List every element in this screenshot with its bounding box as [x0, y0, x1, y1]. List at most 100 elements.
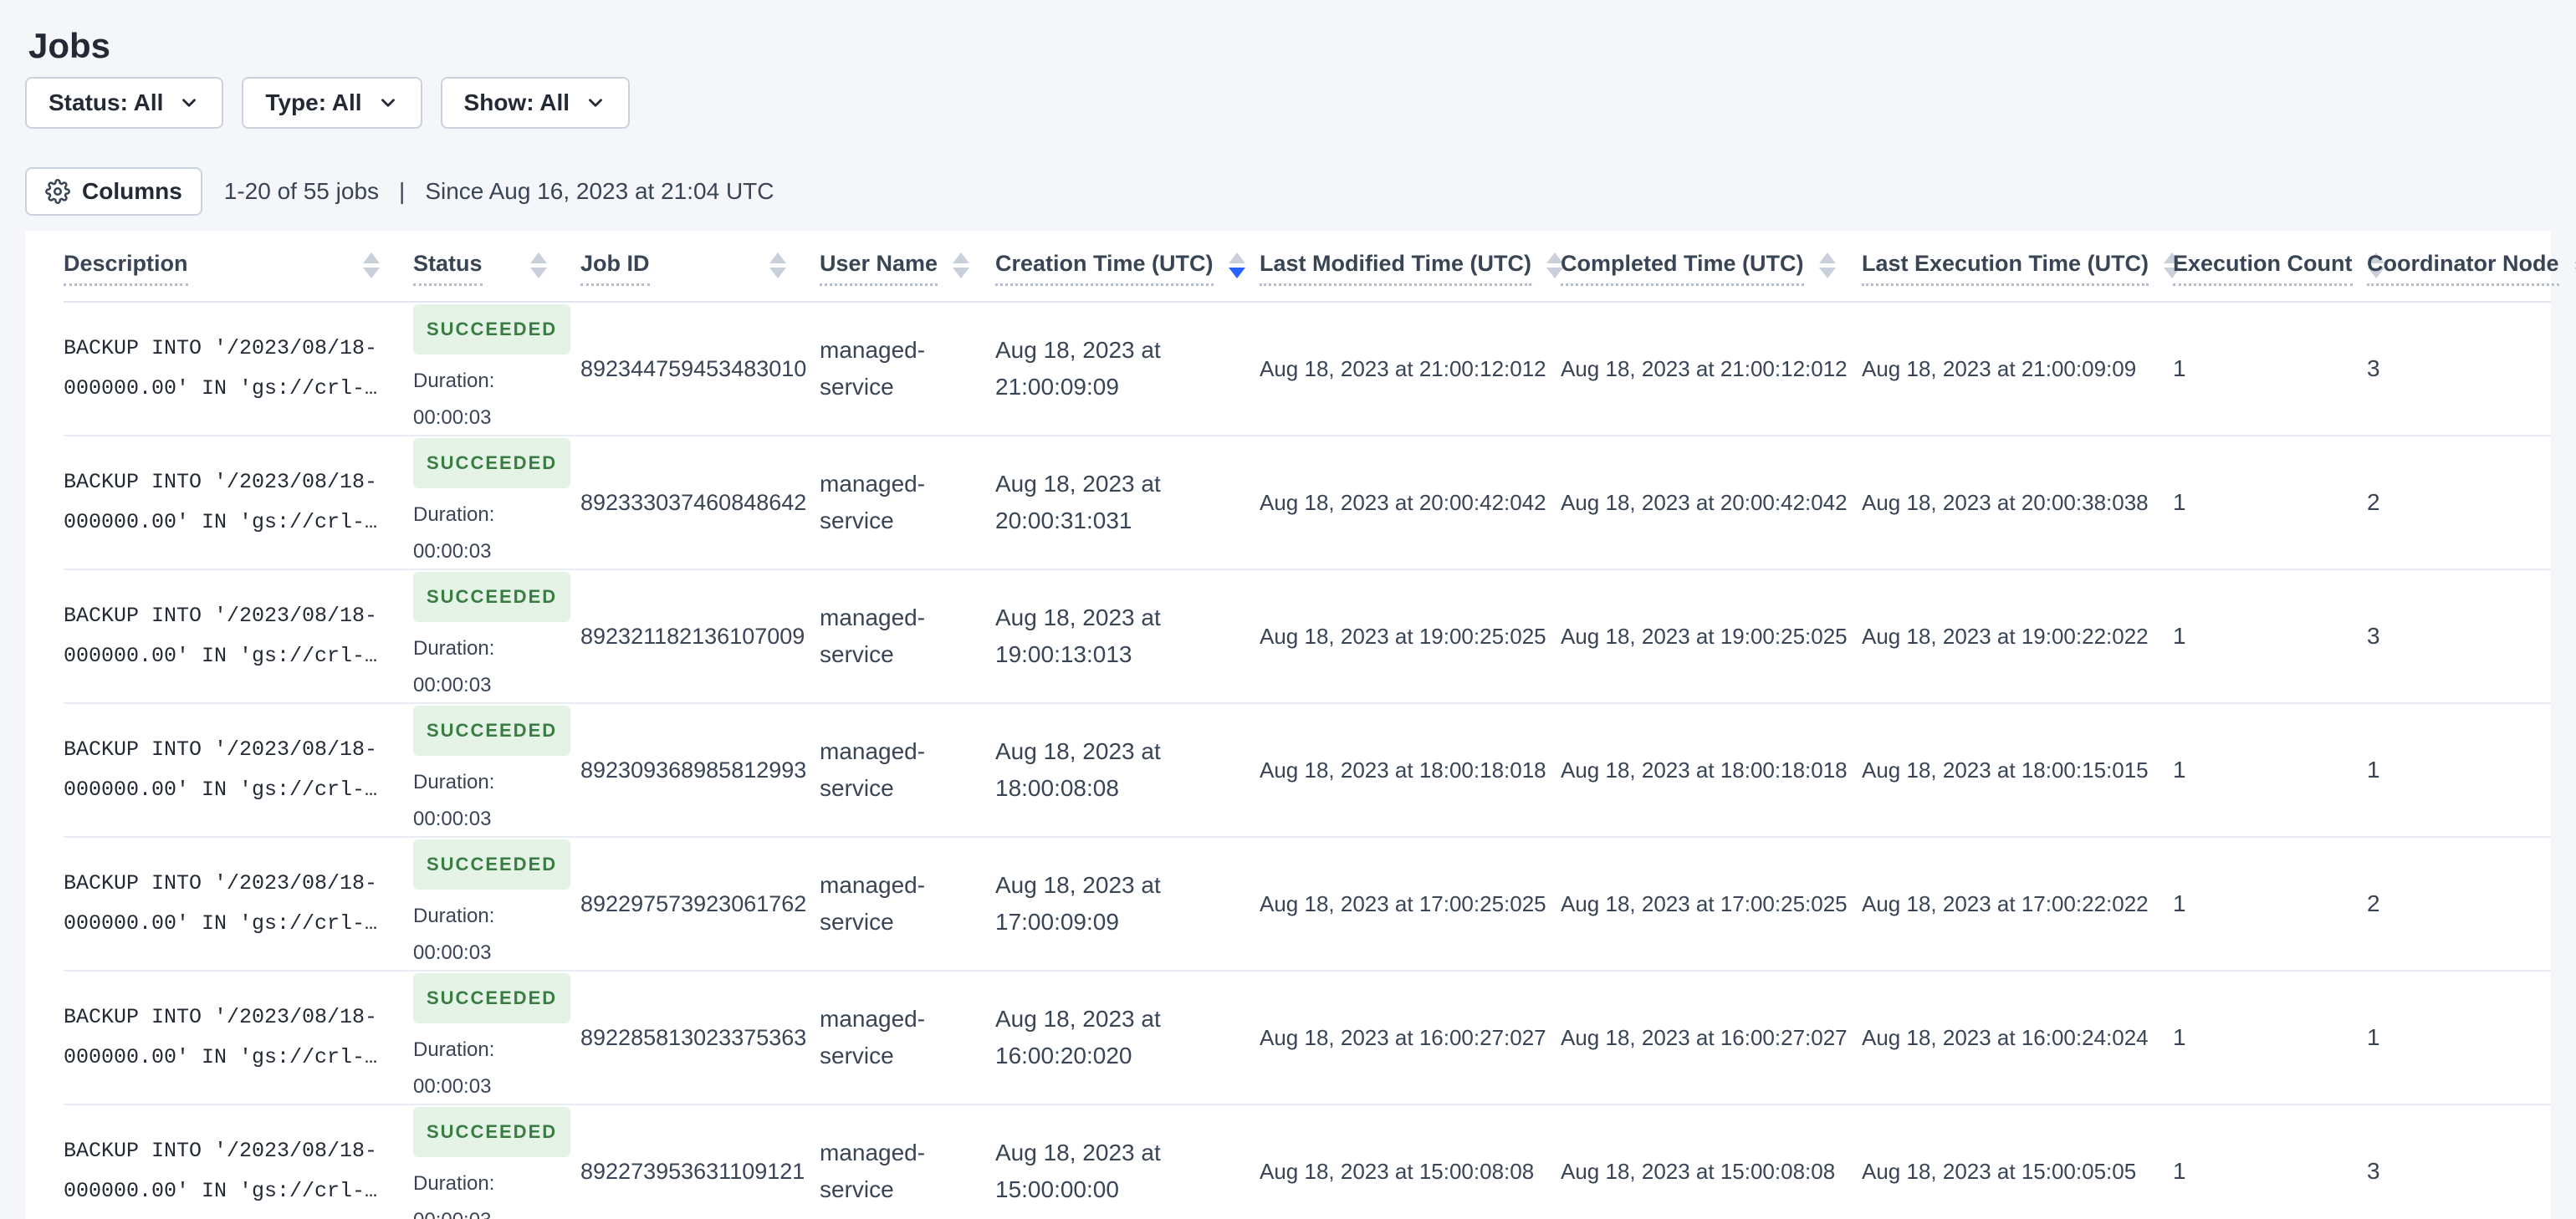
results-summary: 1-20 of 55 jobs | Since Aug 16, 2023 at …	[224, 178, 774, 205]
column-header-label: Last Execution Time (UTC)	[1862, 251, 2149, 286]
creation-time-cell: Aug 18, 2023 at 18:00:08:08	[995, 738, 1161, 801]
column-header-label: Description	[64, 251, 188, 286]
job-status-cell: SUCCEEDED Duration: 00:00:03	[413, 436, 580, 569]
table-header-row: Description Status Job ID User Name Crea…	[64, 231, 2576, 303]
status-badge: SUCCEEDED	[413, 304, 571, 354]
sort-desc-arrow	[769, 267, 786, 278]
job-description-link[interactable]: BACKUP INTO '/2023/08/18- 000000.00' IN …	[64, 336, 377, 400]
job-id-cell: 892297573923061762	[580, 891, 807, 916]
last-execution-time-cell: Aug 18, 2023 at 21:00:09:09	[1862, 356, 2137, 381]
job-description-link[interactable]: BACKUP INTO '/2023/08/18- 000000.00' IN …	[64, 871, 377, 936]
show-filter-dropdown[interactable]: Show: All	[440, 77, 631, 129]
last-execution-time-cell: Aug 18, 2023 at 15:00:05:05	[1862, 1159, 2137, 1184]
table-row[interactable]: BACKUP INTO '/2023/08/18- 000000.00' IN …	[64, 837, 2551, 971]
sort-desc-arrow	[363, 267, 380, 278]
last-modified-time-cell: Aug 18, 2023 at 17:00:25:025	[1260, 891, 1546, 916]
column-header[interactable]: User Name	[820, 231, 995, 303]
sort-arrows-icon[interactable]	[1818, 252, 1836, 285]
table-row[interactable]: BACKUP INTO '/2023/08/18- 000000.00' IN …	[64, 436, 2551, 569]
column-header[interactable]: Last Modified Time (UTC)	[1260, 231, 1564, 303]
column-header[interactable]: Completed Time (UTC)	[1561, 231, 1862, 303]
sort-arrows-icon[interactable]	[1228, 252, 1245, 285]
column-header[interactable]: Last Execution Time (UTC)	[1862, 231, 2181, 303]
job-id-cell: 892321182136107009	[580, 624, 805, 649]
last-execution-time-cell: Aug 18, 2023 at 16:00:24:024	[1862, 1025, 2149, 1050]
job-status-cell: SUCCEEDED Duration: 00:00:03	[413, 569, 580, 703]
columns-button[interactable]: Columns	[25, 167, 202, 216]
job-description-link[interactable]: BACKUP INTO '/2023/08/18- 000000.00' IN …	[64, 737, 377, 802]
duration-label: Duration:	[413, 771, 495, 793]
duration-label: Duration:	[413, 503, 495, 526]
table-row[interactable]: BACKUP INTO '/2023/08/18- 000000.00' IN …	[64, 703, 2551, 837]
duration-label: Duration:	[413, 1038, 495, 1061]
creation-time-cell: Aug 18, 2023 at 16:00:20:020	[995, 1006, 1161, 1069]
status-badge: SUCCEEDED	[413, 839, 571, 890]
column-header-label: Execution Count	[2173, 251, 2353, 286]
status-filter-label: Status: All	[49, 89, 164, 115]
completed-time-cell: Aug 18, 2023 at 18:00:18:018	[1561, 757, 1848, 783]
sort-desc-arrow	[953, 267, 970, 278]
column-header[interactable]: Description	[64, 231, 413, 303]
job-description-cell: BACKUP INTO '/2023/08/18- 000000.00' IN …	[64, 302, 413, 436]
duration-value: 00:00:03	[413, 1075, 492, 1098]
column-header[interactable]: Job ID	[580, 231, 820, 303]
duration-value: 00:00:03	[413, 540, 492, 563]
last-execution-time-cell: Aug 18, 2023 at 18:00:15:015	[1862, 757, 2149, 783]
since-timestamp: Since Aug 16, 2023 at 21:04 UTC	[425, 178, 774, 204]
column-header[interactable]: Status	[413, 231, 580, 303]
sort-asc-arrow	[530, 252, 547, 263]
job-id-cell: 892285813023375363	[580, 1025, 807, 1050]
last-modified-time-cell: Aug 18, 2023 at 15:00:08:08	[1260, 1159, 1535, 1184]
sort-arrows-icon[interactable]	[953, 252, 970, 285]
user-name-cell: managed-service	[820, 872, 926, 935]
column-header[interactable]: Execution Count	[2173, 231, 2384, 303]
last-modified-time-cell: Aug 18, 2023 at 21:00:12:012	[1260, 356, 1546, 381]
job-status-cell: SUCCEEDED Duration: 00:00:03	[413, 837, 580, 971]
column-header-label: Last Modified Time (UTC)	[1260, 251, 1532, 286]
sort-arrows-icon[interactable]	[769, 252, 786, 285]
sort-desc-arrow	[530, 267, 547, 278]
user-name-cell: managed-service	[820, 604, 926, 667]
status-filter-dropdown[interactable]: Status: All	[25, 77, 224, 129]
duration-label: Duration:	[413, 905, 495, 927]
execution-count-cell: 1	[2173, 623, 2186, 649]
table-row[interactable]: BACKUP INTO '/2023/08/18- 000000.00' IN …	[64, 1104, 2551, 1219]
job-description-link[interactable]: BACKUP INTO '/2023/08/18- 000000.00' IN …	[64, 470, 377, 534]
status-badge: SUCCEEDED	[413, 973, 571, 1023]
completed-time-cell: Aug 18, 2023 at 19:00:25:025	[1561, 624, 1848, 649]
coordinator-node-cell: 3	[2367, 623, 2380, 649]
last-execution-time-cell: Aug 18, 2023 at 17:00:22:022	[1862, 891, 2149, 916]
column-header[interactable]: Creation Time (UTC)	[995, 231, 1260, 303]
jobs-page: Jobs Status: All Type: All Show: All Col…	[0, 0, 2576, 1219]
duration-label: Duration:	[413, 637, 495, 660]
table-toolbar: Columns 1-20 of 55 jobs | Since Aug 16, …	[25, 167, 2551, 216]
job-description-link[interactable]: BACKUP INTO '/2023/08/18- 000000.00' IN …	[64, 1005, 377, 1069]
completed-time-cell: Aug 18, 2023 at 21:00:12:012	[1561, 356, 1848, 381]
last-modified-time-cell: Aug 18, 2023 at 20:00:42:042	[1260, 490, 1546, 515]
table-row[interactable]: BACKUP INTO '/2023/08/18- 000000.00' IN …	[64, 971, 2551, 1104]
coordinator-node-cell: 1	[2367, 757, 2380, 783]
execution-count-cell: 1	[2173, 1158, 2186, 1184]
coordinator-node-cell: 3	[2367, 355, 2380, 381]
job-description-cell: BACKUP INTO '/2023/08/18- 000000.00' IN …	[64, 1104, 413, 1219]
duration-value: 00:00:03	[413, 1206, 547, 1219]
job-id-cell: 892344759453483010	[580, 356, 807, 381]
table-row[interactable]: BACKUP INTO '/2023/08/18- 000000.00' IN …	[64, 302, 2551, 436]
type-filter-dropdown[interactable]: Type: All	[242, 77, 422, 129]
sort-arrows-icon[interactable]	[530, 252, 547, 285]
execution-count-cell: 1	[2173, 355, 2186, 381]
chevron-down-icon	[182, 99, 197, 107]
execution-count-cell: 1	[2173, 757, 2186, 783]
duration-value: 00:00:03	[413, 941, 492, 964]
column-header[interactable]: Coordinator Node	[2367, 231, 2576, 303]
table-row[interactable]: BACKUP INTO '/2023/08/18- 000000.00' IN …	[64, 569, 2551, 703]
sort-asc-arrow	[363, 252, 380, 263]
column-header-label: User Name	[820, 251, 938, 286]
coordinator-node-cell: 2	[2367, 890, 2380, 916]
sort-arrows-icon[interactable]	[363, 252, 380, 285]
job-description-link[interactable]: BACKUP INTO '/2023/08/18- 000000.00' IN …	[64, 604, 377, 668]
completed-time-cell: Aug 18, 2023 at 15:00:08:08	[1561, 1159, 1836, 1184]
completed-time-cell: Aug 18, 2023 at 16:00:27:027	[1561, 1025, 1848, 1050]
show-filter-label: Show: All	[463, 89, 570, 115]
job-description-link[interactable]: BACKUP INTO '/2023/08/18- 000000.00' IN …	[64, 1139, 377, 1203]
